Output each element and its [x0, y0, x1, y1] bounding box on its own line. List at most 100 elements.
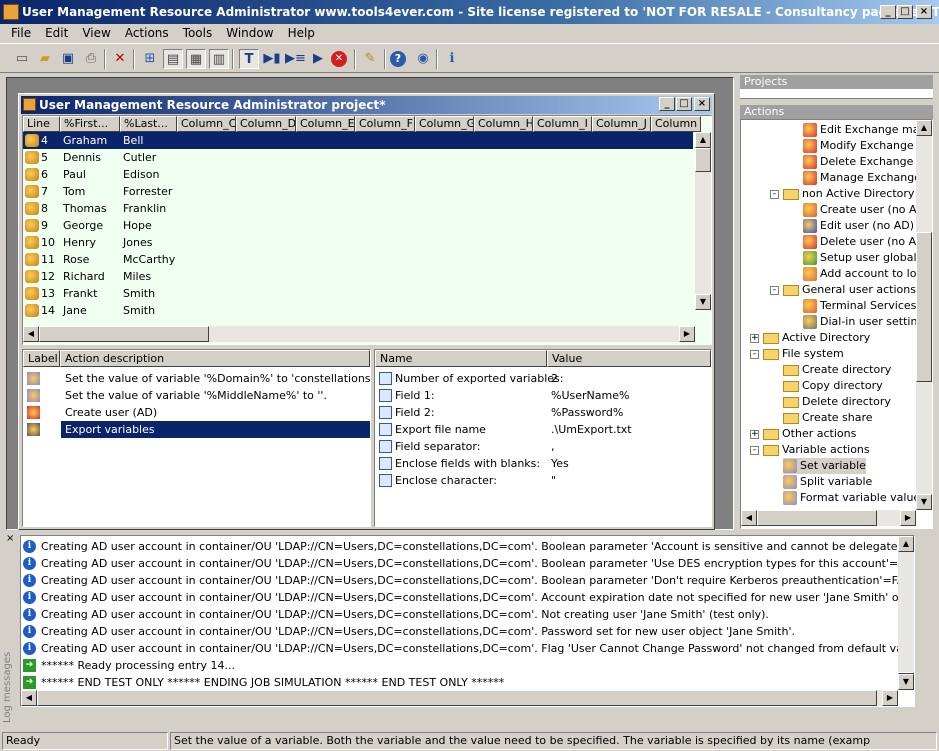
help-icon[interactable]: ? — [390, 51, 406, 67]
menu-window[interactable]: Window — [219, 26, 280, 40]
scroll-up-icon[interactable]: ▲ — [695, 132, 711, 148]
tree-item[interactable]: Delete directory — [783, 394, 891, 410]
tree-item[interactable]: Set variable — [783, 458, 866, 474]
grid-vscroll-thumb[interactable] — [695, 148, 711, 172]
col-header-last[interactable]: %Last... — [120, 116, 177, 132]
run-icon[interactable]: ▶ — [308, 49, 328, 69]
tree-item[interactable]: General user actions — [783, 282, 916, 298]
tree-item[interactable]: Delete user (no AD) — [803, 234, 929, 250]
property-row[interactable]: Enclose fields with blanks: Yes — [375, 455, 711, 472]
step-icon[interactable]: ▶▮ — [262, 49, 282, 69]
col-header-d[interactable]: Column_D — [236, 116, 296, 132]
projects-list[interactable] — [740, 89, 933, 99]
tree-item[interactable]: Manage Exchange r — [803, 170, 929, 186]
table-row[interactable]: 5 Dennis Cutler — [23, 149, 693, 166]
scroll-right-icon[interactable]: ▶ — [679, 326, 695, 342]
close-button[interactable]: × — [916, 5, 932, 19]
run-list-icon[interactable]: ▶≡ — [285, 49, 306, 69]
menu-actions[interactable]: Actions — [118, 26, 176, 40]
col-header-f[interactable]: Column_F — [355, 116, 415, 132]
table-row[interactable]: 9 George Hope — [23, 217, 693, 234]
menu-help[interactable]: Help — [281, 26, 322, 40]
tree-item[interactable]: Modify Exchange m — [803, 138, 928, 154]
action-header-description[interactable]: Action description — [60, 350, 370, 367]
open-icon[interactable]: ▰ — [35, 49, 55, 69]
tree-hscroll[interactable]: ◀ ▶ — [741, 510, 916, 526]
tree-item[interactable]: Create user (no AD — [803, 202, 925, 218]
property-row[interactable]: Number of exported variables: 2 — [375, 370, 711, 387]
tree-item[interactable]: Terminal Services u — [803, 298, 927, 314]
new-icon[interactable]: ▭ — [12, 49, 32, 69]
action-row[interactable]: Create user (AD) — [23, 404, 370, 421]
col-header-j[interactable]: Column_J — [592, 116, 651, 132]
menu-file[interactable]: File — [4, 26, 38, 40]
expand-icon[interactable]: + — [750, 430, 759, 439]
scroll-left-icon[interactable]: ◀ — [21, 690, 37, 706]
grid-vscroll[interactable]: ▲ ▼ — [695, 132, 711, 310]
col-header-first[interactable]: %First... — [60, 116, 120, 132]
scroll-up-icon[interactable]: ▲ — [898, 536, 914, 552]
col-header-e[interactable]: Column_E — [296, 116, 355, 132]
table-row[interactable]: 6 Paul Edison — [23, 166, 693, 183]
col-header-h[interactable]: Column_H — [474, 116, 533, 132]
tree-item[interactable]: non Active Directory — [783, 186, 914, 202]
save-icon[interactable]: ▣ — [58, 49, 78, 69]
col-header-i[interactable]: Column_I — [533, 116, 592, 132]
collapse-icon[interactable]: - — [770, 190, 779, 199]
info-icon[interactable]: ℹ — [442, 49, 462, 69]
scroll-up-icon[interactable]: ▲ — [916, 120, 932, 136]
table-row[interactable]: 4 Graham Bell — [23, 132, 693, 149]
property-row[interactable]: Field 2: %Password% — [375, 404, 711, 421]
tree-vscroll[interactable]: ▲ ▼ — [916, 120, 932, 510]
property-row[interactable]: Export file name .\UmExport.txt — [375, 421, 711, 438]
view-detail-icon[interactable]: ▥ — [209, 49, 229, 69]
tree-item[interactable]: Edit Exchange mailb — [803, 122, 933, 138]
property-row[interactable]: Enclose character: " — [375, 472, 711, 489]
table-row[interactable]: 13 Frankt Smith — [23, 285, 693, 302]
property-row[interactable]: Field 1: %UserName% — [375, 387, 711, 404]
tree-item[interactable]: Edit user (no AD) — [803, 218, 914, 234]
col-header-k[interactable]: Column — [651, 116, 701, 132]
tree-item[interactable]: Split variable — [783, 474, 872, 490]
scroll-left-icon[interactable]: ◀ — [23, 326, 39, 342]
maximize-button[interactable]: □ — [897, 5, 913, 19]
web-help-icon[interactable]: ◉ — [413, 49, 433, 69]
minimize-button[interactable]: _ — [880, 5, 896, 19]
expand-icon[interactable]: + — [750, 334, 759, 343]
action-row[interactable]: Set the value of variable '%Domain%' to … — [23, 370, 370, 387]
tree-vscroll-thumb[interactable] — [916, 232, 932, 382]
prop-header-value[interactable]: Value — [547, 350, 711, 367]
table-row[interactable]: 11 Rose McCarthy — [23, 251, 693, 268]
menu-view[interactable]: View — [75, 26, 117, 40]
scroll-down-icon[interactable]: ▼ — [916, 494, 932, 510]
view-form-icon[interactable]: ▦ — [186, 49, 206, 69]
print-icon[interactable]: ⎙ — [81, 49, 101, 69]
action-row[interactable]: Set the value of variable '%MiddleName%'… — [23, 387, 370, 404]
test-only-icon[interactable]: T — [239, 49, 259, 69]
table-row[interactable]: 10 Henry Jones — [23, 234, 693, 251]
col-header-line[interactable]: Line — [23, 116, 60, 132]
scroll-down-icon[interactable]: ▼ — [898, 674, 914, 690]
tree-item[interactable]: Create share — [783, 410, 873, 426]
scroll-down-icon[interactable]: ▼ — [695, 294, 711, 310]
log-hscroll-thumb[interactable] — [37, 690, 877, 706]
log-hscroll[interactable]: ◀ ▶ — [21, 690, 898, 706]
child-minimize-button[interactable]: _ — [659, 97, 675, 111]
log-close-icon[interactable]: × — [6, 533, 14, 544]
grid-hscroll[interactable]: ◀ ▶ — [23, 326, 695, 342]
menu-tools[interactable]: Tools — [176, 26, 220, 40]
tree-item[interactable]: Format variable value — [783, 490, 920, 506]
schedule-icon[interactable]: ✎ — [360, 49, 380, 69]
view-list-icon[interactable]: ▤ — [163, 49, 183, 69]
stop-icon[interactable]: ✕ — [331, 51, 347, 67]
action-header-label[interactable]: Label — [23, 350, 60, 367]
collapse-icon[interactable]: - — [770, 286, 779, 295]
tree-item[interactable]: Setup user global g — [803, 250, 927, 266]
scroll-right-icon[interactable]: ▶ — [882, 690, 898, 706]
tree-item[interactable]: Dial-in user settings — [803, 314, 930, 330]
grid-hscroll-thumb[interactable] — [39, 326, 209, 342]
delete-icon[interactable]: ✕ — [110, 49, 130, 69]
collapse-icon[interactable]: - — [750, 446, 759, 455]
tree-item[interactable]: Create directory — [783, 362, 891, 378]
tree-hscroll-thumb[interactable] — [757, 510, 877, 526]
